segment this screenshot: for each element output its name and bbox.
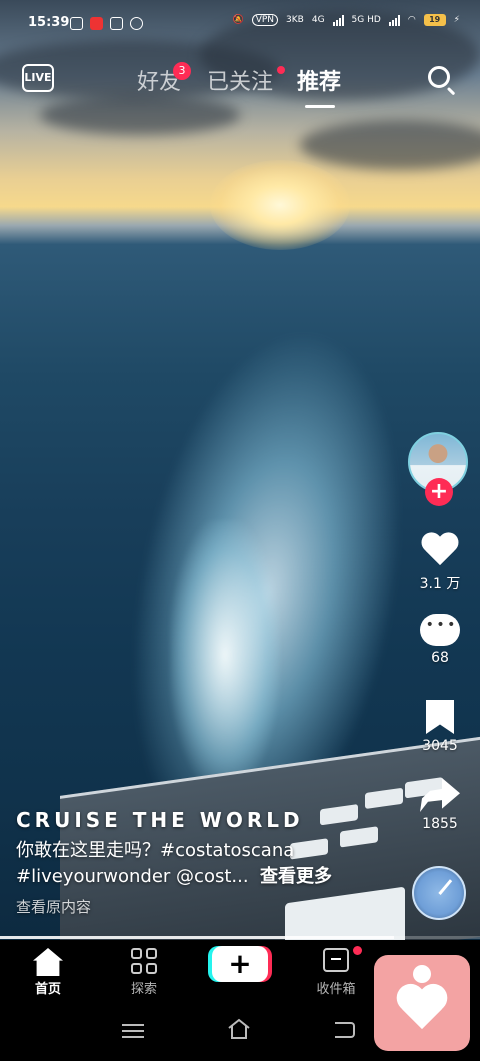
caption-line-2[interactable]: #liveyourwonder @cost... — [16, 866, 249, 887]
share-icon — [420, 778, 460, 812]
music-disc[interactable] — [412, 866, 466, 920]
app-notification-icon — [90, 17, 103, 30]
signal-icon — [332, 14, 344, 26]
inbox-notification-dot — [353, 946, 362, 955]
app-notification-icon — [70, 17, 83, 30]
widget-head-icon — [413, 965, 431, 983]
create-button[interactable]: + — [212, 946, 268, 982]
signal-4g-label: 4G — [311, 15, 325, 25]
comment-count: 68 — [431, 650, 449, 666]
app-notification-icon — [110, 17, 123, 30]
video-progress-bar[interactable] — [0, 936, 480, 939]
comment-button[interactable]: 68 — [406, 614, 474, 666]
home-icon — [33, 948, 63, 976]
search-icon[interactable] — [428, 66, 450, 88]
nav-home[interactable]: 首页 — [18, 948, 78, 997]
see-more-link[interactable]: 查看更多 — [260, 866, 332, 887]
heart-icon — [396, 981, 448, 1033]
explore-icon — [131, 948, 157, 974]
top-nav: LIVE 好友 3 已关注 推荐 — [0, 60, 480, 108]
like-count: 3.1 万 — [419, 576, 461, 592]
caption-title: CRUISE THE WORLD — [16, 808, 304, 832]
friends-badge: 3 — [173, 62, 191, 80]
active-tab-indicator — [305, 105, 335, 108]
following-dot — [277, 66, 285, 74]
status-time: 15:39 — [28, 15, 70, 30]
mute-icon: 🔕 — [232, 15, 244, 25]
view-original-link[interactable]: 查看原内容 — [16, 896, 396, 917]
charging-icon: ⚡ — [453, 15, 460, 25]
favorite-button[interactable]: 3045 — [406, 700, 474, 754]
nav-home-label: 首页 — [34, 982, 61, 997]
progress-fill — [0, 936, 394, 939]
caption-line-1[interactable]: 你敢在这里走吗？#costatoscana — [16, 838, 396, 864]
back-icon[interactable] — [335, 1022, 355, 1038]
status-bar: 15:39 🔕 VPN 3KB 4G 5G HD ◠ 19 ⚡ — [0, 14, 480, 38]
like-button[interactable]: 3.1 万 — [406, 533, 474, 593]
share-count: 1855 — [422, 816, 458, 832]
heart-icon — [420, 533, 460, 569]
live-icon[interactable]: LIVE — [22, 64, 54, 92]
favorite-count: 3045 — [422, 738, 458, 754]
notification-icons — [70, 17, 143, 30]
battery-icon: 19 — [423, 14, 446, 26]
signal-5g-label: 5G HD — [351, 15, 381, 25]
bookmark-icon — [426, 700, 454, 734]
follow-button[interactable]: + — [425, 478, 453, 506]
nav-inbox[interactable]: 收件箱 — [306, 948, 366, 997]
nav-explore-label: 探索 — [130, 982, 157, 997]
share-button[interactable]: 1855 — [406, 778, 474, 832]
tab-recommended[interactable]: 推荐 — [297, 64, 341, 96]
video-caption: CRUISE THE WORLD 你敢在这里走吗？#costatoscana #… — [16, 808, 396, 917]
nav-inbox-label: 收件箱 — [316, 982, 356, 997]
comment-icon — [420, 614, 460, 646]
vpn-indicator: VPN — [251, 14, 279, 26]
home-sys-icon[interactable] — [226, 1018, 252, 1040]
caption-text: 你敢在这里走吗？#costatoscana #liveyourwonder @c… — [16, 838, 396, 890]
wifi-icon: ◠ — [407, 15, 416, 25]
menu-icon[interactable] — [122, 1024, 144, 1038]
inbox-icon — [323, 948, 349, 972]
tab-following[interactable]: 已关注 — [207, 64, 273, 96]
qq-icon — [130, 17, 143, 30]
nav-explore[interactable]: 探索 — [114, 948, 174, 997]
signal-icon — [388, 14, 400, 26]
floating-widget[interactable] — [374, 955, 470, 1051]
net-speed: 3KB — [286, 15, 304, 25]
